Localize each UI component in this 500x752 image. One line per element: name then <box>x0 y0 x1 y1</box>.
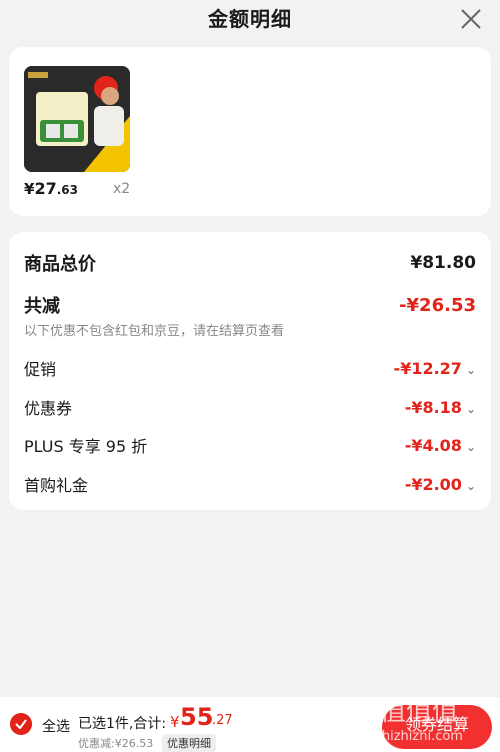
page-title: 金额明细 <box>208 7 292 31</box>
discount-note: 以下优惠不包含红包和京豆，请在结算页查看 <box>24 324 285 339</box>
chevron-down-icon: ⌄ <box>465 478 476 493</box>
first-purchase-gift-row[interactable]: 首购礼金 -¥2.00 ⌄ <box>24 472 476 496</box>
header: 金额明细 <box>0 0 500 38</box>
product-card: ¥27.63 x2 <box>9 47 491 216</box>
total-price-row: 商品总价 ¥81.80 <box>24 253 476 275</box>
chevron-down-icon: ⌄ <box>465 401 476 416</box>
chevron-down-icon: ⌄ <box>465 362 476 377</box>
discount-detail-link[interactable]: 优惠明细 <box>162 734 216 752</box>
total-amount: 55 <box>180 703 214 731</box>
checkout-button[interactable]: 领券结算 <box>382 705 492 749</box>
amount-detail-card: 商品总价 ¥81.80 共减 -¥26.53 以下优惠不包含红包和京豆，请在结算… <box>9 232 491 510</box>
promotion-row[interactable]: 促销 -¥12.27 ⌄ <box>24 356 476 380</box>
plus-discount-row[interactable]: PLUS 专享 95 折 -¥4.08 ⌄ <box>24 433 476 457</box>
checkout-bar: 全选 已选1件,合计: ¥ 55 .27 优惠减:¥26.53 优惠明细 领券结… <box>0 697 500 752</box>
select-all-label[interactable]: 全选 <box>42 716 70 736</box>
product-price: ¥27.63 <box>24 179 78 198</box>
select-all-checkbox[interactable] <box>10 713 32 735</box>
chevron-down-icon: ⌄ <box>465 439 476 454</box>
total-decimal: .27 <box>212 713 233 728</box>
close-icon[interactable] <box>460 8 482 30</box>
coupon-row[interactable]: 优惠券 -¥8.18 ⌄ <box>24 395 476 419</box>
selected-count: 已选1件,合计: <box>78 716 167 732</box>
total-currency: ¥ <box>170 713 180 731</box>
product-image[interactable] <box>24 66 130 172</box>
product-quantity: x2 <box>113 181 131 197</box>
discount-summary: 优惠减:¥26.53 <box>78 737 154 750</box>
total-reduce-row: 共减 -¥26.53 <box>24 294 476 318</box>
